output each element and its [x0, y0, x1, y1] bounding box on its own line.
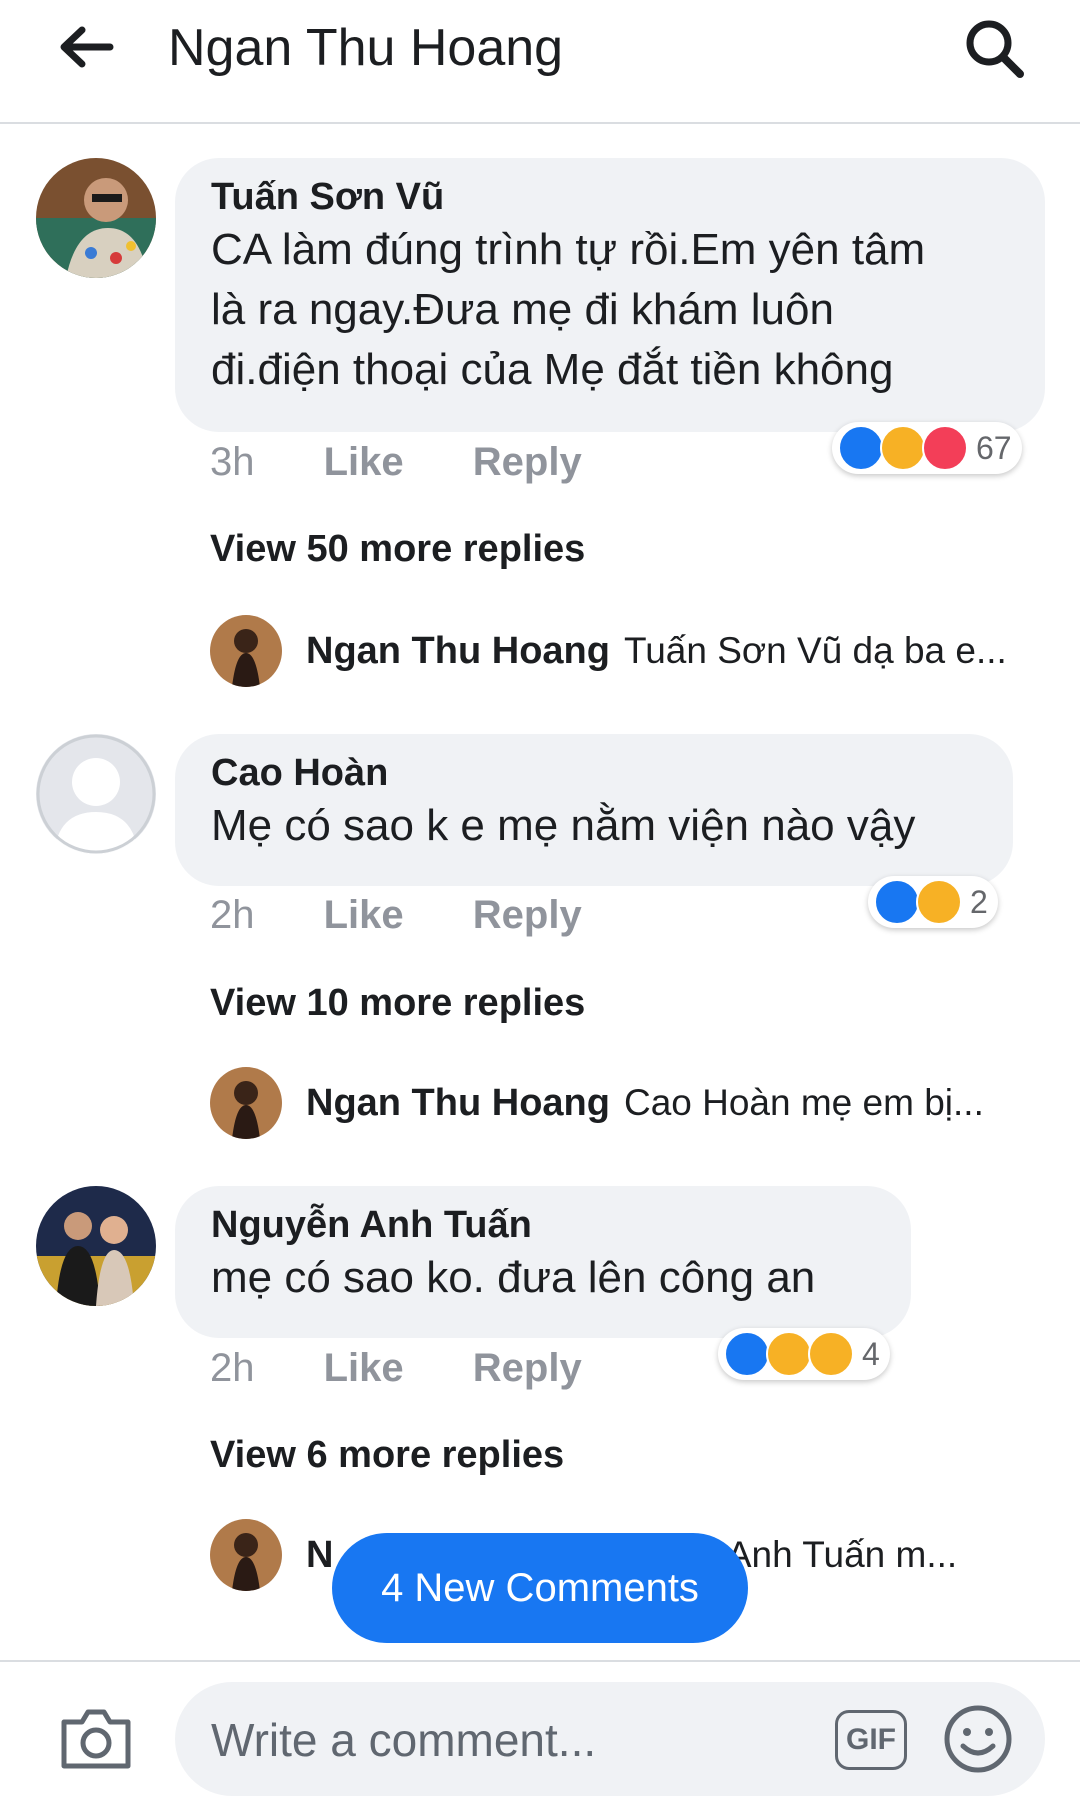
comment-text-line: là ra ngay.Đưa mẹ đi khám luôn — [211, 285, 834, 334]
reply-text: Tuấn Sơn Vũ dạ ba e... — [623, 630, 1007, 671]
comment-author[interactable]: Cao Hoàn — [211, 750, 977, 796]
search-icon[interactable] — [962, 16, 1028, 82]
comment-author[interactable]: Tuấn Sơn Vũ — [211, 174, 1009, 220]
haha-reaction-icon — [880, 425, 926, 471]
reaction-count: 67 — [976, 429, 1012, 466]
avatar[interactable] — [36, 734, 156, 854]
comment-input-box[interactable]: GIF — [175, 1682, 1045, 1798]
avatar[interactable] — [210, 615, 282, 687]
avatar[interactable] — [210, 1519, 282, 1591]
sad-reaction-icon — [916, 879, 962, 925]
reply-button[interactable]: Reply — [473, 893, 582, 937]
new-comments-button[interactable]: 4 New Comments — [332, 1533, 748, 1643]
comment-composer: GIF — [0, 1660, 1080, 1819]
avatar[interactable] — [36, 1186, 156, 1306]
page-title: Ngan Thu Hoang — [168, 19, 564, 77]
reply-author[interactable]: Ngan Thu Hoang — [306, 630, 610, 673]
reaction-summary[interactable]: 2 — [868, 876, 998, 928]
reaction-count: 4 — [862, 1335, 880, 1372]
love-reaction-icon — [922, 425, 968, 471]
like-reaction-icon — [874, 879, 920, 925]
comment-bubble[interactable]: Nguyễn Anh Tuấn mẹ có sao ko. đưa lên cô… — [175, 1186, 911, 1338]
like-button[interactable]: Like — [324, 893, 404, 937]
avatar[interactable] — [210, 1067, 282, 1139]
reply-button[interactable]: Reply — [473, 440, 582, 484]
emoji-icon[interactable] — [943, 1704, 1013, 1774]
reaction-summary[interactable]: 4 — [718, 1328, 890, 1380]
comment-text-line: mẹ có sao ko. đưa lên công an — [211, 1253, 816, 1302]
comment-text-line: Mẹ có sao k e mẹ nằm viện nào vậy — [211, 801, 916, 850]
comment-time: 2h — [210, 1346, 255, 1390]
haha-reaction-icon — [766, 1331, 812, 1377]
view-more-replies[interactable]: View 10 more replies — [210, 982, 585, 1025]
comment-bubble[interactable]: Tuấn Sơn Vũ CA làm đúng trình tự rồi.Em … — [175, 158, 1045, 432]
avatar[interactable] — [36, 158, 156, 278]
comment-author[interactable]: Nguyễn Anh Tuấn — [211, 1202, 875, 1248]
reaction-count: 2 — [970, 883, 988, 920]
view-more-replies[interactable]: View 50 more replies — [210, 528, 585, 571]
top-bar: Ngan Thu Hoang — [0, 0, 1080, 124]
reply-button[interactable]: Reply — [473, 1346, 582, 1390]
reply-author[interactable]: N — [306, 1534, 333, 1577]
comment-time: 3h — [210, 440, 255, 484]
comment-text-line: CA làm đúng trình tự rồi.Em yên tâm — [211, 225, 926, 274]
like-reaction-icon — [724, 1331, 770, 1377]
reply-author[interactable]: Ngan Thu Hoang — [306, 1082, 610, 1125]
comment-text-line: đi.điện thoại của Mẹ đắt tiền không — [211, 345, 894, 394]
reply-text: Cao Hoàn mẹ em bị... — [623, 1082, 984, 1123]
like-reaction-icon — [838, 425, 884, 471]
like-button[interactable]: Like — [324, 1346, 404, 1390]
gif-button[interactable]: GIF — [835, 1710, 907, 1770]
back-arrow-icon[interactable] — [56, 22, 116, 72]
comment-actions: 2h Like Reply — [210, 893, 640, 938]
like-button[interactable]: Like — [324, 440, 404, 484]
reaction-summary[interactable]: 67 — [832, 422, 1022, 474]
comment-actions: 3h Like Reply — [210, 440, 640, 485]
view-more-replies[interactable]: View 6 more replies — [210, 1434, 564, 1477]
sad-reaction-icon — [808, 1331, 854, 1377]
reply-preview[interactable]: Ngan Thu Hoang Cao Hoàn mẹ em bị... — [210, 1066, 984, 1140]
comment-input[interactable] — [209, 1682, 773, 1798]
comment-time: 2h — [210, 893, 255, 937]
reply-preview[interactable]: Ngan Thu Hoang Tuấn Sơn Vũ dạ ba e... — [210, 614, 1007, 688]
comment-bubble[interactable]: Cao Hoàn Mẹ có sao k e mẹ nằm viện nào v… — [175, 734, 1013, 886]
comment-actions: 2h Like Reply — [210, 1346, 640, 1391]
camera-icon[interactable] — [58, 1704, 134, 1772]
